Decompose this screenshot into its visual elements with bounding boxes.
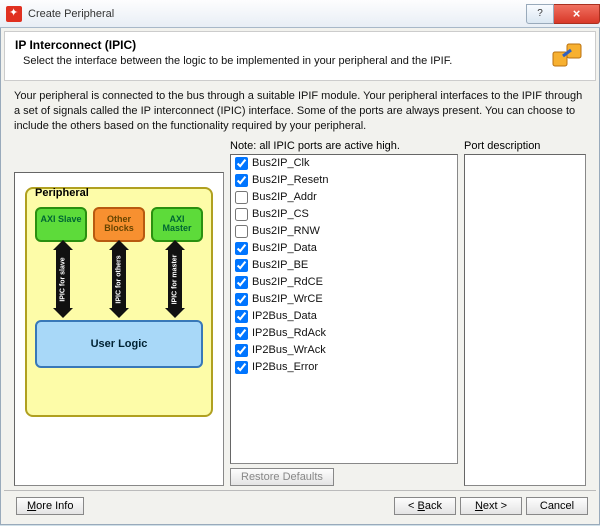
port-checkbox[interactable]: [235, 327, 248, 340]
block-user-logic: User Logic: [35, 320, 203, 368]
port-item[interactable]: Bus2IP_RNW: [231, 223, 457, 240]
back-button[interactable]: < Back: [394, 497, 456, 515]
port-item[interactable]: Bus2IP_RdCE: [231, 274, 457, 291]
ipic-icon: [549, 38, 585, 74]
window-title: Create Peripheral: [28, 8, 526, 20]
port-checkbox[interactable]: [235, 276, 248, 289]
port-label: Bus2IP_BE: [252, 259, 308, 271]
next-button[interactable]: Next >: [460, 497, 522, 515]
port-checkbox[interactable]: [235, 191, 248, 204]
port-checkbox[interactable]: [235, 225, 248, 238]
content-area: Your peripheral is connected to the bus …: [4, 81, 596, 490]
port-item[interactable]: Bus2IP_Clk: [231, 155, 457, 172]
port-item[interactable]: Bus2IP_Data: [231, 240, 457, 257]
block-axi-slave: AXI Slave: [35, 207, 87, 243]
description-text: Your peripheral is connected to the bus …: [14, 89, 586, 134]
port-checkbox[interactable]: [235, 157, 248, 170]
restore-defaults-button[interactable]: Restore Defaults: [230, 468, 334, 486]
port-label: Bus2IP_RdCE: [252, 276, 323, 288]
port-item[interactable]: IP2Bus_RdAck: [231, 325, 457, 342]
port-desc-label: Port description: [464, 140, 586, 152]
window-body: IP Interconnect (IPIC) Select the interf…: [0, 28, 600, 525]
ports-note: Note: all IPIC ports are active high.: [230, 140, 458, 152]
page-title: IP Interconnect (IPIC): [15, 38, 541, 52]
arrow-master: IPIC for master: [165, 248, 185, 310]
diagram-spacer: [14, 140, 224, 152]
ports-list[interactable]: Bus2IP_Clk Bus2IP_Resetn Bus2IP_Addr Bus2IP…: [231, 155, 457, 463]
port-checkbox[interactable]: [235, 174, 248, 187]
wizard-footer: More Info < Back Next > Cancel: [4, 490, 596, 521]
port-item[interactable]: Bus2IP_Addr: [231, 189, 457, 206]
port-checkbox[interactable]: [235, 344, 248, 357]
port-label: Bus2IP_WrCE: [252, 293, 323, 305]
diagram-panel: Peripheral AXI Slave Other Blocks AXI Ma…: [14, 172, 224, 486]
arrow-slave: IPIC for slave: [53, 248, 73, 310]
port-item[interactable]: Bus2IP_Resetn: [231, 172, 457, 189]
port-checkbox[interactable]: [235, 293, 248, 306]
port-label: Bus2IP_CS: [252, 208, 309, 220]
port-label: IP2Bus_WrAck: [252, 344, 326, 356]
port-label: Bus2IP_RNW: [252, 225, 320, 237]
window-controls: ? ×: [526, 4, 600, 24]
arrow-other: IPIC for others: [109, 248, 129, 310]
port-desc-panel: [464, 154, 586, 486]
port-label: IP2Bus_Error: [252, 361, 318, 373]
port-checkbox[interactable]: [235, 310, 248, 323]
more-info-button[interactable]: More Info: [16, 497, 84, 515]
peripheral-diagram: Peripheral AXI Slave Other Blocks AXI Ma…: [25, 187, 213, 417]
port-item[interactable]: IP2Bus_Error: [231, 359, 457, 376]
close-button[interactable]: ×: [554, 4, 600, 24]
ports-list-panel: Bus2IP_Clk Bus2IP_Resetn Bus2IP_Addr Bus2IP…: [230, 154, 458, 464]
port-checkbox[interactable]: [235, 361, 248, 374]
cancel-button[interactable]: Cancel: [526, 497, 588, 515]
page-subtitle: Select the interface between the logic t…: [15, 54, 541, 69]
port-label: Bus2IP_Resetn: [252, 174, 328, 186]
port-checkbox[interactable]: [235, 259, 248, 272]
port-item[interactable]: Bus2IP_WrCE: [231, 291, 457, 308]
port-label: IP2Bus_Data: [252, 310, 317, 322]
port-checkbox[interactable]: [235, 208, 248, 221]
block-axi-master: AXI Master: [151, 207, 203, 243]
port-label: IP2Bus_RdAck: [252, 327, 326, 339]
port-label: Bus2IP_Addr: [252, 191, 317, 203]
port-label: Bus2IP_Data: [252, 242, 317, 254]
titlebar: Create Peripheral ? ×: [0, 0, 600, 28]
port-item[interactable]: Bus2IP_BE: [231, 257, 457, 274]
port-item[interactable]: IP2Bus_WrAck: [231, 342, 457, 359]
app-icon: [6, 6, 22, 22]
diagram-title: Peripheral: [35, 187, 89, 199]
block-other: Other Blocks: [93, 207, 145, 243]
wizard-header: IP Interconnect (IPIC) Select the interf…: [4, 31, 596, 81]
help-button[interactable]: ?: [526, 4, 554, 24]
port-item[interactable]: IP2Bus_Data: [231, 308, 457, 325]
port-label: Bus2IP_Clk: [252, 157, 309, 169]
port-checkbox[interactable]: [235, 242, 248, 255]
port-item[interactable]: Bus2IP_CS: [231, 206, 457, 223]
